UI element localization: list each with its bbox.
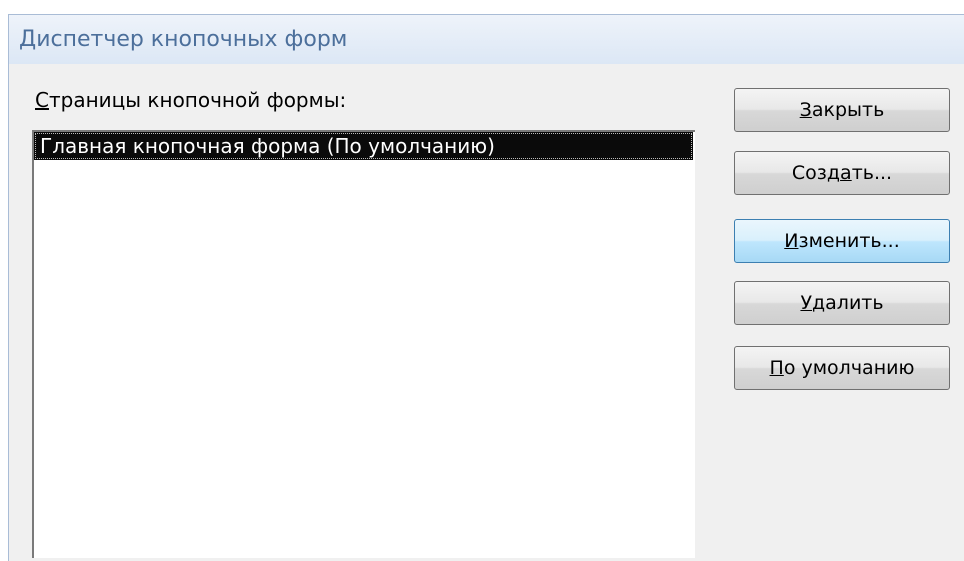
pages-list-label-mnemonic: С [35, 88, 49, 112]
create-button-pre: Созд [791, 162, 841, 184]
dialog-body: Страницы кнопочной формы: Главная кнопоч… [8, 64, 964, 561]
pages-list-label: Страницы кнопочной формы: [35, 88, 346, 112]
pages-listbox[interactable]: Главная кнопочная форма (По умолчанию) [32, 130, 695, 558]
delete-button-post: далить [812, 292, 884, 314]
edit-button-mnemonic: И [784, 230, 799, 252]
delete-button-mnemonic: У [800, 292, 813, 314]
default-button-post: о умолчанию [783, 357, 915, 379]
switchboard-manager-dialog: Диспетчер кнопочных форм Страницы кнопоч… [0, 0, 964, 561]
close-button-post: акрыть [811, 99, 885, 121]
title-bar: Диспетчер кнопочных форм [8, 14, 964, 64]
close-button-mnemonic: З [799, 99, 812, 121]
set-default-button[interactable]: По умолчанию [734, 346, 950, 390]
window-title: Диспетчер кнопочных форм [19, 27, 348, 52]
pages-list-label-text: траницы кнопочной формы: [48, 88, 347, 112]
create-button[interactable]: Создать... [734, 151, 950, 195]
edit-button-post: зменить... [798, 230, 900, 252]
edit-button[interactable]: Изменить... [734, 219, 950, 263]
default-button-mnemonic: П [769, 357, 784, 379]
close-button[interactable]: Закрыть [734, 88, 950, 132]
create-button-mnemonic: а [840, 162, 852, 184]
delete-button[interactable]: Удалить [734, 281, 950, 325]
list-item[interactable]: Главная кнопочная форма (По умолчанию) [34, 132, 693, 160]
create-button-post: ть... [851, 162, 893, 184]
